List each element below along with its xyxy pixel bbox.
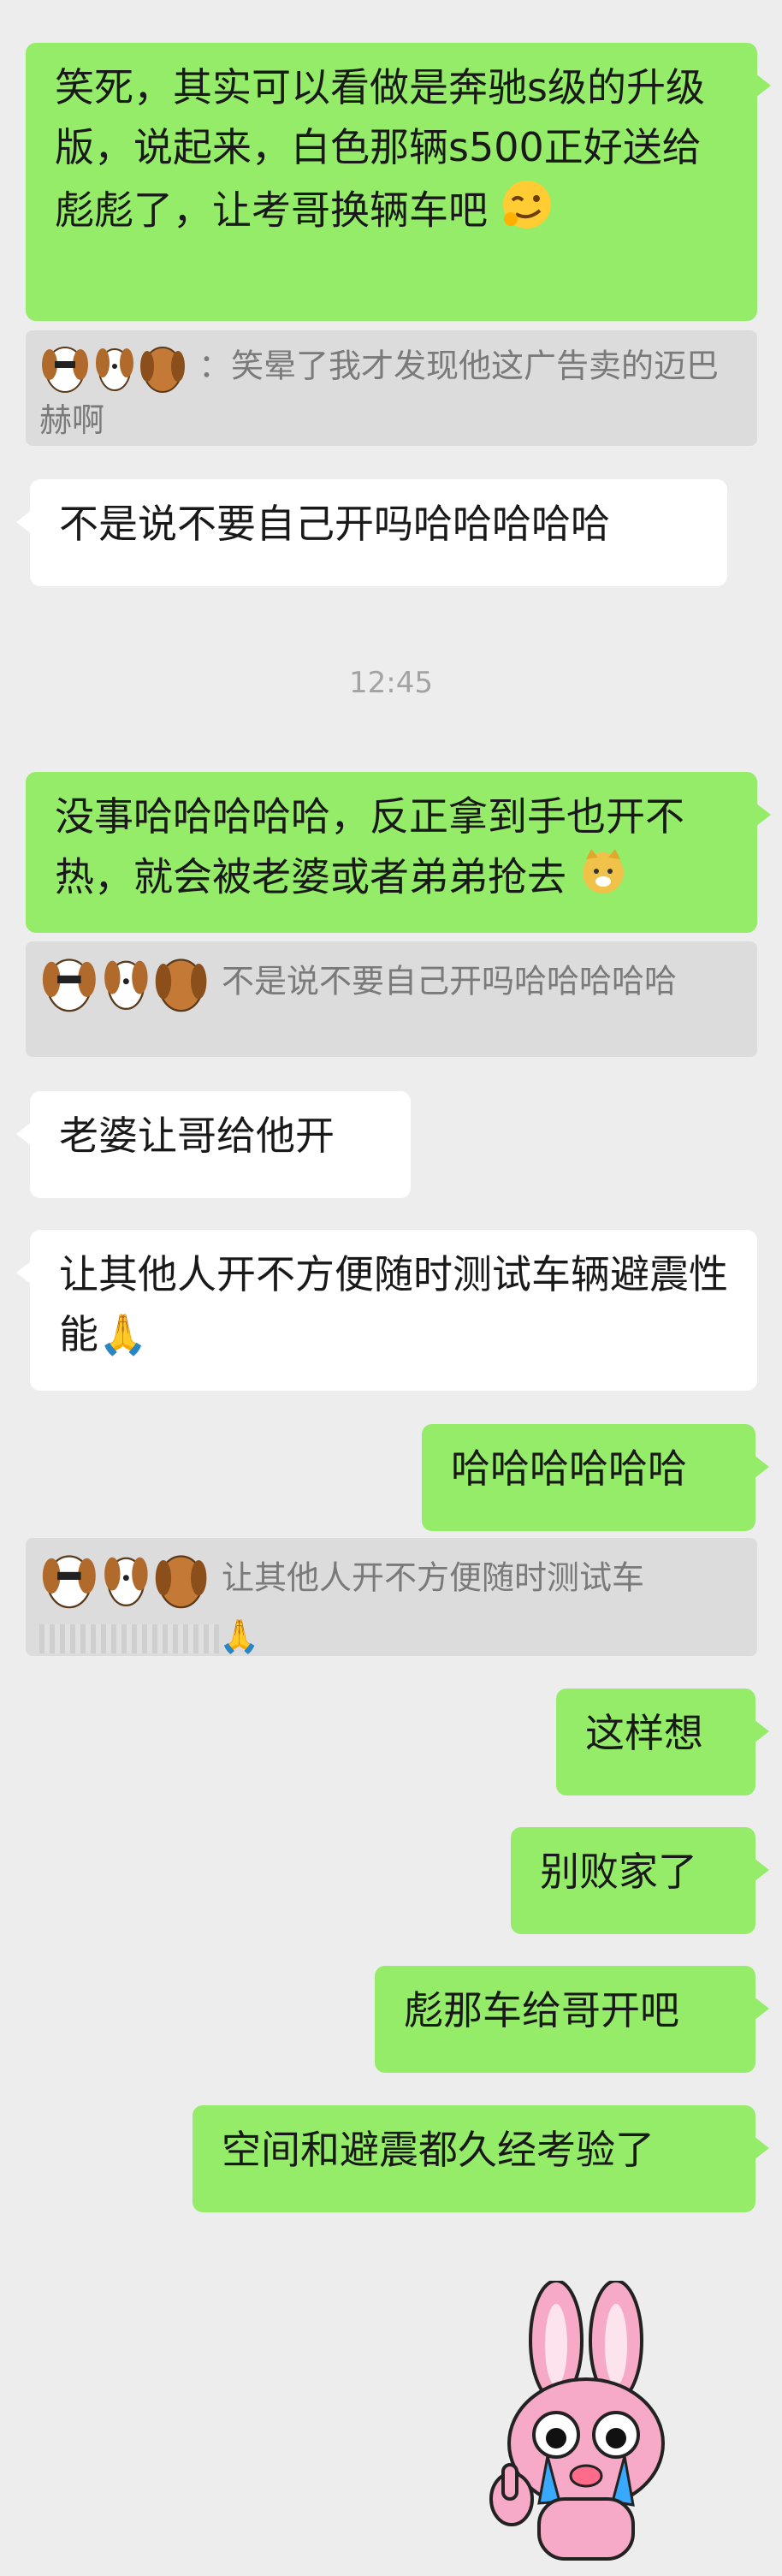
dog-stickers-icon [39, 950, 215, 1017]
dog-stickers-icon [39, 339, 192, 397]
message-bubble-outgoing[interactable]: 这样想 [556, 1689, 769, 1795]
message-bubble-outgoing[interactable]: 哈哈哈哈哈哈 [422, 1424, 769, 1531]
message-text: 这样想 [585, 1710, 703, 1756]
dog-stickers-icon [39, 1546, 215, 1613]
message-bubble-outgoing[interactable]: 别败家了 [511, 1827, 769, 1934]
quote-separator: ： [198, 347, 232, 385]
smirk-wink-emoji-icon [501, 178, 554, 248]
message-text: 不是说不要自己开吗哈哈哈哈哈 [59, 501, 610, 547]
message-text: 别败家了 [540, 1849, 697, 1895]
quoted-reply[interactable]: 让其他人开不方便随时测试车 🙏 [26, 1538, 757, 1656]
message-text: 哈哈哈哈哈哈 [451, 1445, 687, 1492]
blurred-text [39, 1623, 219, 1653]
message-text: 让其他人开不方便随时测试车辆避震性能🙏 [59, 1251, 728, 1357]
chat-area: 笑死，其实可以看做是奔驰s级的升级版，说起来，白色那辆s500正好送给彪彪了，让… [0, 0, 782, 2576]
message-text: 笑死，其实可以看做是奔驰s级的升级版，说起来，白色那辆s500正好送给彪彪了，让… [55, 64, 705, 234]
message-text: 老婆让哥给他开 [59, 1113, 335, 1159]
message-bubble-incoming[interactable]: 老婆让哥给他开 [16, 1091, 411, 1198]
quote-text: 让其他人开不方便随时测试车 [222, 1558, 645, 1597]
doge-emoji-icon [579, 847, 627, 912]
message-text: 空间和避震都久经考验了 [222, 2127, 655, 2173]
message-bubble-incoming[interactable]: 不是说不要自己开吗哈哈哈哈哈 [16, 479, 727, 586]
message-bubble-outgoing[interactable]: 笑死，其实可以看做是奔驰s级的升级版，说起来，白色那辆s500正好送给彪彪了，让… [26, 43, 771, 321]
crying-pink-bunny-sticker-icon[interactable] [488, 2279, 684, 2563]
quote-tail: 🙏 [219, 1617, 260, 1655]
timestamp: 12:45 [349, 666, 433, 700]
quoted-reply[interactable]: ：笑晕了我才发现他这广告卖的迈巴赫啊 [26, 330, 757, 446]
message-bubble-outgoing[interactable]: 空间和避震都久经考验了 [193, 2105, 769, 2212]
message-bubble-outgoing[interactable]: 彪那车给哥开吧 [375, 1966, 769, 2073]
message-bubble-outgoing[interactable]: 没事哈哈哈哈哈，反正拿到手也开不热，就会被老婆或者弟弟抢去 [26, 772, 771, 933]
quote-text: 不是说不要自己开吗哈哈哈哈哈 [222, 962, 678, 1000]
message-bubble-incoming[interactable]: 让其他人开不方便随时测试车辆避震性能🙏 [16, 1230, 757, 1391]
quoted-reply[interactable]: 不是说不要自己开吗哈哈哈哈哈 [26, 941, 757, 1057]
message-text: 彪那车给哥开吧 [404, 1987, 679, 2033]
